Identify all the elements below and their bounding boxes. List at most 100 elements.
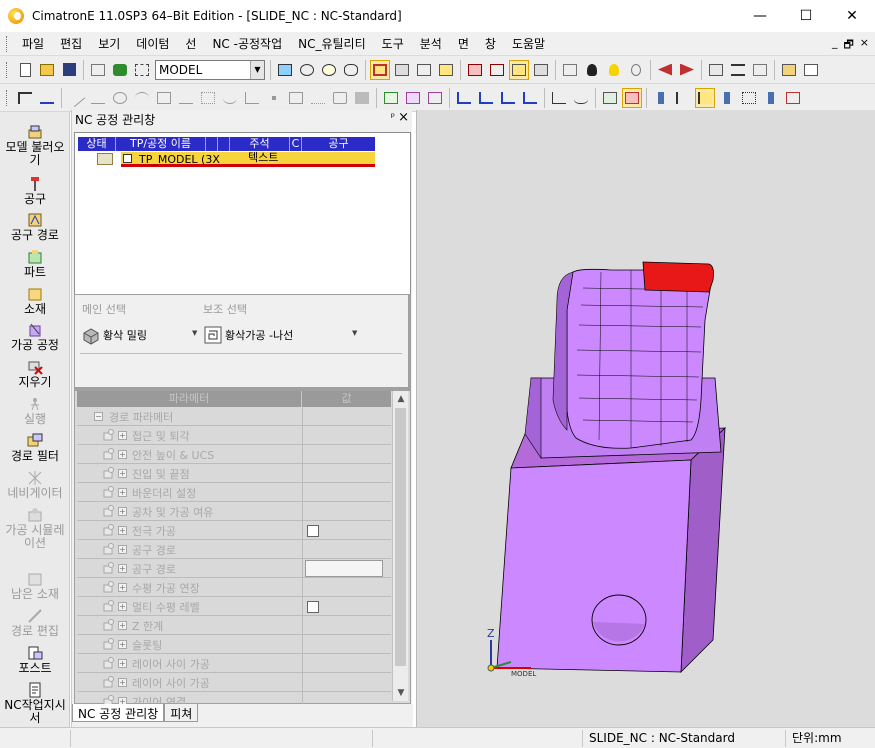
- col-tp-name[interactable]: TP/공정 이름: [116, 137, 206, 151]
- expand-icon[interactable]: +: [118, 640, 127, 649]
- section-view-button[interactable]: [465, 60, 485, 80]
- path-edit-button[interactable]: 경로 편집: [0, 608, 70, 638]
- bulb-button[interactable]: [582, 60, 602, 80]
- param-row[interactable]: + 전극 가공: [77, 521, 391, 540]
- spline-button[interactable]: [220, 88, 240, 108]
- param-row[interactable]: + 공구 경로: [77, 540, 391, 559]
- polyline-button[interactable]: [88, 88, 108, 108]
- wire-view-button[interactable]: [392, 60, 412, 80]
- simulation-button[interactable]: 가공 시뮬레 이션: [0, 507, 70, 550]
- zoom-button[interactable]: [319, 60, 339, 80]
- param-value-field[interactable]: [305, 560, 383, 577]
- expand-icon[interactable]: +: [118, 526, 127, 535]
- delete-button[interactable]: 지우기: [0, 359, 70, 389]
- intersect-button[interactable]: [330, 88, 350, 108]
- expand-icon[interactable]: +: [118, 583, 127, 592]
- graphics-viewport[interactable]: Z MODEL: [416, 110, 875, 728]
- minimize-button[interactable]: —: [737, 0, 783, 32]
- path-filter-button[interactable]: 경로 필터: [0, 433, 70, 463]
- param-value-cell[interactable]: [302, 616, 391, 634]
- line-button[interactable]: [66, 88, 86, 108]
- expand-icon[interactable]: +: [118, 659, 127, 668]
- point-button[interactable]: [264, 88, 284, 108]
- load-model-button[interactable]: 모델 불러오 기: [0, 124, 70, 167]
- select-mode-button[interactable]: [695, 87, 715, 108]
- expand-icon[interactable]: +: [118, 507, 127, 516]
- toolpath-button[interactable]: 공구 경로: [0, 212, 70, 242]
- navigator-button[interactable]: 네비게이터: [0, 470, 70, 500]
- scroll-up-icon[interactable]: ▲: [393, 391, 409, 407]
- param-col-header[interactable]: 파라메터: [77, 391, 302, 407]
- menu-face[interactable]: 면: [450, 35, 477, 52]
- param-row[interactable]: + 레이어 사이 가공: [77, 654, 391, 673]
- surface-button[interactable]: [381, 88, 401, 108]
- collapse-icon[interactable]: −: [94, 412, 103, 421]
- param-row[interactable]: + 레이어 사이 가공: [77, 673, 391, 692]
- next-view-button[interactable]: [677, 60, 697, 80]
- menu-help[interactable]: 도움말: [504, 35, 553, 52]
- tab-feature[interactable]: 피쳐: [164, 704, 199, 722]
- param-row[interactable]: + 안전 높이 & UCS: [77, 445, 391, 464]
- view-direction-button[interactable]: [436, 60, 456, 80]
- expand-icon[interactable]: +: [118, 431, 127, 440]
- param-row[interactable]: + 수평 가공 연장: [77, 578, 391, 597]
- param-checkbox[interactable]: [307, 601, 319, 613]
- view-mode-button[interactable]: [414, 60, 434, 80]
- sub-select-dropdown[interactable]: 황삭가공 -나선: [203, 325, 293, 345]
- lighting-button[interactable]: [531, 60, 551, 80]
- sketch-button[interactable]: [549, 88, 569, 108]
- param-row[interactable]: + Z 한계: [77, 616, 391, 635]
- param-value-cell[interactable]: [302, 445, 391, 463]
- param-value-cell[interactable]: [302, 635, 391, 653]
- param-row[interactable]: + 슬롯팅: [77, 635, 391, 654]
- param-value-cell[interactable]: [302, 578, 391, 596]
- ucs4-button[interactable]: [520, 88, 540, 108]
- bulb-off-button[interactable]: [626, 60, 646, 80]
- more-button[interactable]: [783, 88, 803, 108]
- preview-button[interactable]: [88, 60, 108, 80]
- param-row[interactable]: + 진입 및 끝점: [77, 464, 391, 483]
- param-value-cell[interactable]: [302, 426, 391, 444]
- pin-icon[interactable]: ᵖ: [391, 112, 395, 123]
- col-c[interactable]: C: [290, 137, 302, 151]
- face-button[interactable]: [425, 88, 445, 108]
- ucs3-button[interactable]: [498, 88, 518, 108]
- slide-part-model[interactable]: Z MODEL: [487, 261, 727, 678]
- set-button[interactable]: [132, 60, 152, 80]
- part-button[interactable]: 파트: [0, 249, 70, 279]
- param-row[interactable]: + 공차 및 가공 여유: [77, 502, 391, 521]
- nc-doc-button[interactable]: NC작업지시 서: [0, 682, 70, 725]
- expand-icon[interactable]: +: [118, 678, 127, 687]
- open-file-button[interactable]: [37, 60, 57, 80]
- param-row[interactable]: + 바운더리 설정: [77, 483, 391, 502]
- menu-curve[interactable]: 선: [177, 35, 204, 52]
- param-row[interactable]: + 멀티 수평 레벨: [77, 597, 391, 616]
- bulb-on-button[interactable]: [604, 60, 624, 80]
- model-combo[interactable]: MODEL ▼: [155, 59, 265, 80]
- menubar-grip[interactable]: [6, 35, 9, 52]
- menu-nc-procedure[interactable]: NC -공정작업: [204, 35, 290, 52]
- col-status[interactable]: 상태: [78, 137, 116, 151]
- nc-view-button[interactable]: [600, 88, 620, 108]
- previous-view-button[interactable]: [655, 60, 675, 80]
- panel-close-button[interactable]: ×: [398, 110, 409, 125]
- param-value-cell[interactable]: [302, 502, 391, 520]
- run-button[interactable]: 실행: [0, 396, 70, 426]
- ucs-button[interactable]: [454, 88, 474, 108]
- expand-icon[interactable]: +: [118, 621, 127, 630]
- menu-window[interactable]: 창: [477, 35, 504, 52]
- offset-button[interactable]: [198, 88, 218, 108]
- sub-select-arrow-icon[interactable]: ▼: [352, 329, 357, 337]
- angle-button[interactable]: [242, 88, 262, 108]
- filter-scroll-button[interactable]: [651, 88, 671, 108]
- tree-row-tp-model[interactable]: TP_MODEL (3X 텍스트: [97, 151, 375, 167]
- render-mode-button[interactable]: [509, 59, 529, 80]
- menu-analysis[interactable]: 분석: [412, 35, 450, 52]
- menu-datum[interactable]: 데이텀: [128, 35, 177, 52]
- circle-button[interactable]: [110, 88, 130, 108]
- combo-arrow-icon[interactable]: ▼: [250, 60, 264, 79]
- solid-button[interactable]: [403, 88, 423, 108]
- menu-file[interactable]: 파일: [14, 35, 52, 52]
- pan-button[interactable]: [341, 60, 361, 80]
- cursor-select-button[interactable]: [15, 88, 35, 108]
